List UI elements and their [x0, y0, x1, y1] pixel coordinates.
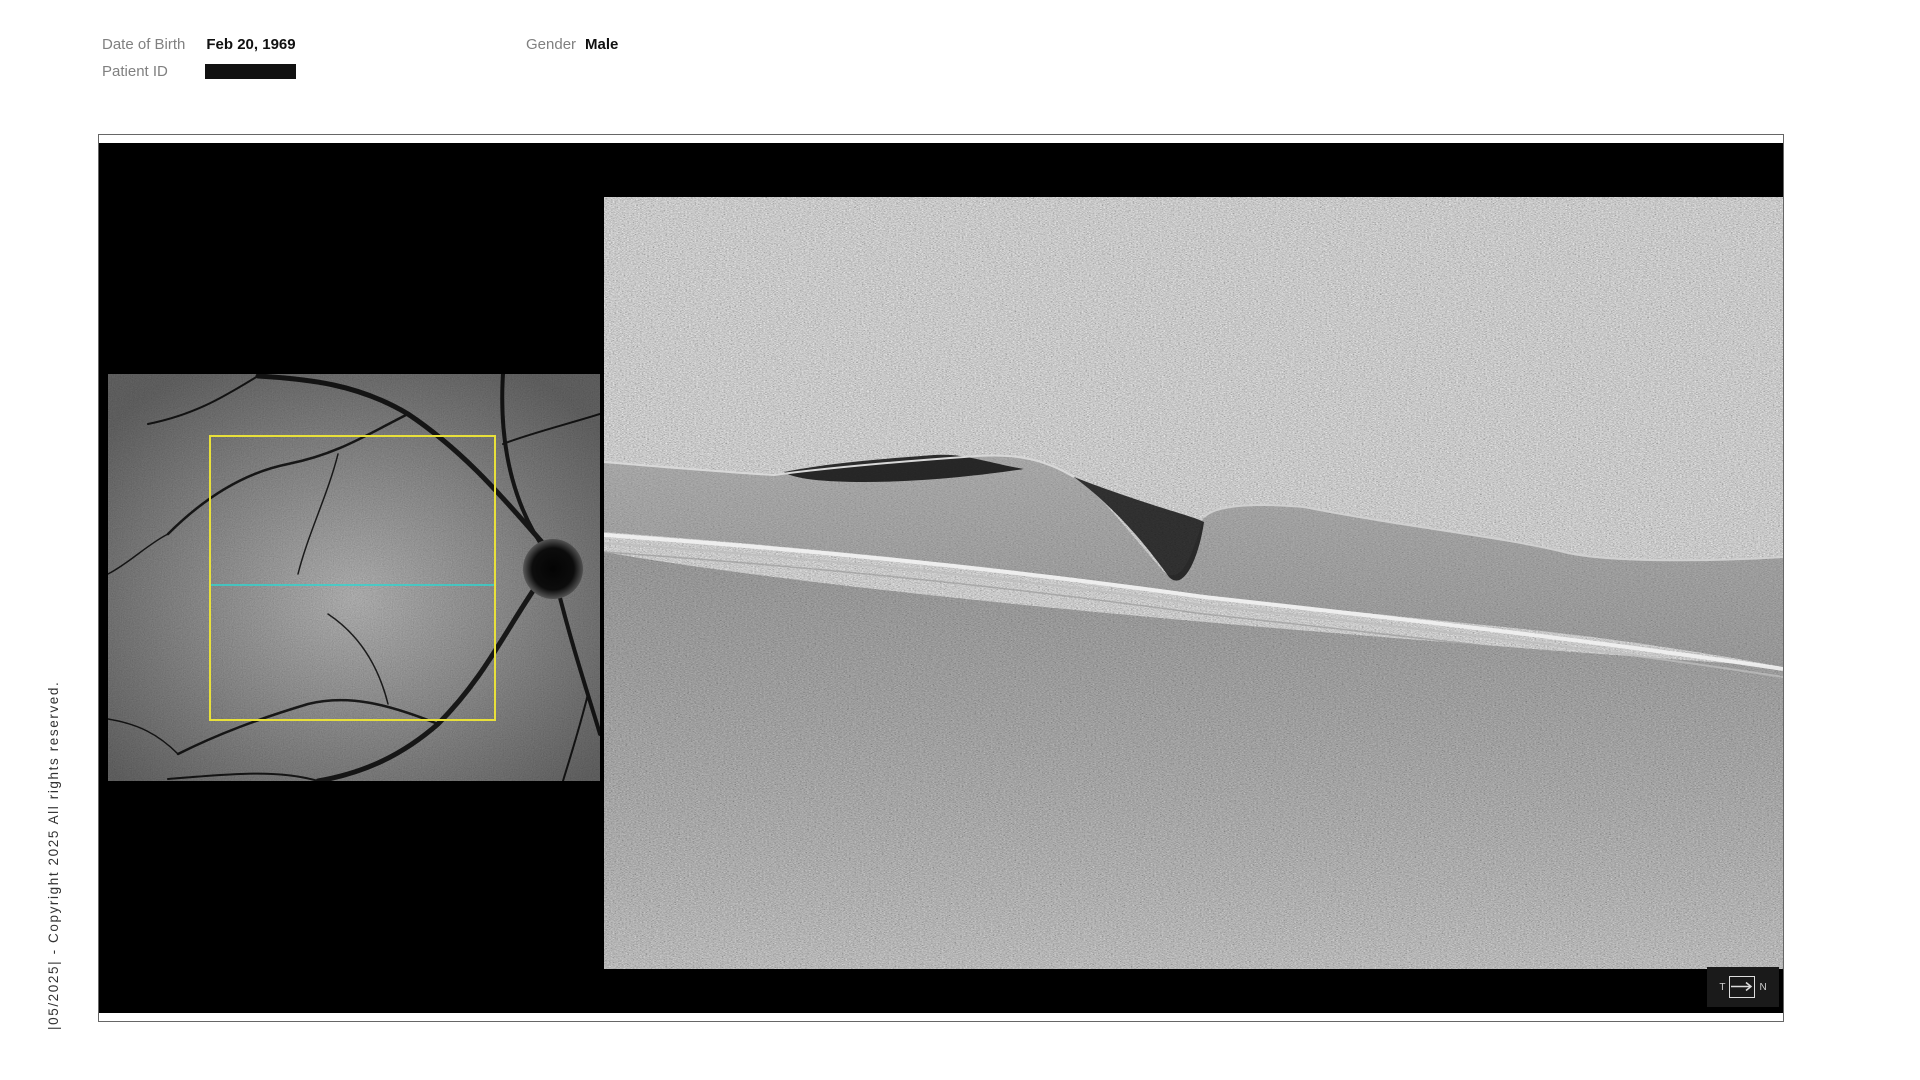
report-page: Date of Birth Feb 20, 1969 Gender Male P… — [0, 0, 1920, 1080]
gender-label: Gender — [526, 36, 577, 53]
patient-id-row: Patient ID — [102, 63, 296, 80]
dob-value: Feb 20, 1969 — [206, 36, 296, 53]
orientation-indicator: T N — [1707, 967, 1779, 1007]
orientation-arrow-icon — [1729, 976, 1756, 998]
oct-bscan-image — [604, 197, 1783, 969]
orientation-temporal: T — [1719, 981, 1726, 993]
copyright-notice: |05/2025| - Copyright 2025 All rights re… — [46, 680, 61, 1030]
gender-row: Gender Male — [526, 36, 618, 53]
dob-row: Date of Birth Feb 20, 1969 — [102, 36, 296, 53]
scan-panel: T N — [99, 143, 1783, 1013]
patient-id-redacted — [204, 64, 296, 79]
scan-frame: T N — [98, 134, 1784, 1022]
fundus-image — [108, 374, 600, 781]
orientation-nasal: N — [1759, 981, 1767, 993]
patient-id-label: Patient ID — [102, 63, 168, 80]
dob-label: Date of Birth — [102, 36, 186, 53]
gender-value: Male — [585, 36, 619, 53]
